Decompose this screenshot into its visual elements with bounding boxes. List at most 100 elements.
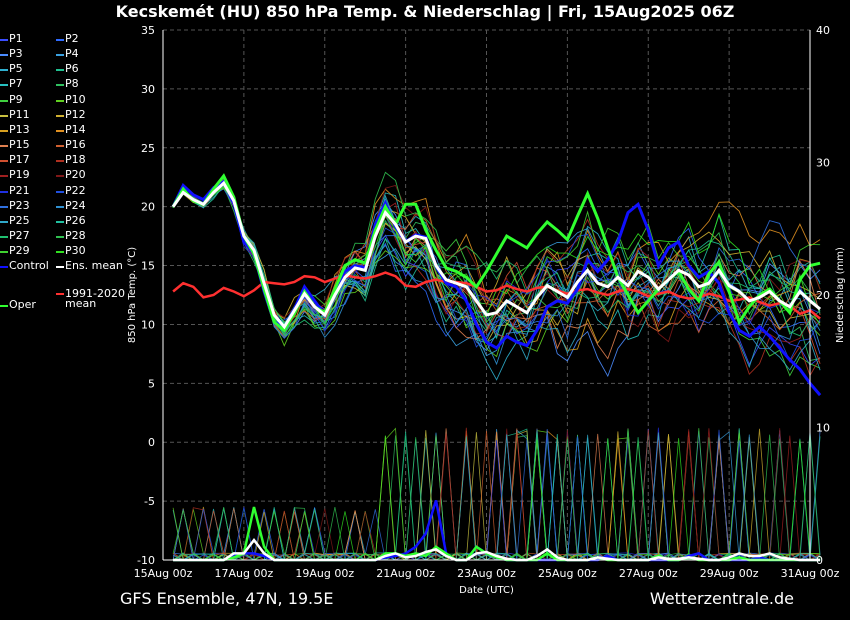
legend-label: P22 [65,183,86,197]
legend-swatch [0,205,8,208]
legend-label: P29 [9,244,30,258]
y-tick-label: 30 [141,83,155,96]
x-tick-label: 31Aug 00z [781,567,840,580]
legend-swatch [56,251,64,254]
y2-tick-label: 0 [816,554,823,567]
legend-swatch [56,160,64,163]
x-tick-label: 25Aug 00z [538,567,597,580]
legend-swatch [56,175,64,178]
legend-label: P11 [9,107,30,121]
legend-swatch [56,129,64,132]
legend-label: P3 [9,47,23,61]
legend-label: P25 [9,213,30,227]
legend-swatch [0,190,8,193]
legend-swatch [0,266,8,268]
legend-label: P16 [65,138,86,152]
source-label: GFS Ensemble, 47N, 19.5E [120,589,334,608]
legend-label: P26 [65,213,86,227]
legend-label: P27 [9,228,30,242]
legend-label: P24 [65,198,86,212]
legend-swatch [0,220,8,223]
legend-label: P19 [9,168,30,182]
legend-swatch [0,39,8,41]
legend-label: P7 [9,77,23,91]
legend-label: P17 [9,153,30,167]
legend-label: P2 [65,32,79,45]
precipitation [172,427,821,561]
y2-tick-label: 10 [816,422,830,435]
legend-swatch [0,69,8,72]
y2-axis-label: Niederschlag (mm) [835,247,846,343]
legend-label: P20 [65,168,86,182]
legend-label: P10 [65,92,86,106]
legend-label: P21 [9,183,30,197]
chart: -10 -5 0 5 10 15 20 25 30 35 0 10 20 30 40 15Aug 00z 17A… [127,24,846,596]
y2-tick-label: 40 [816,24,830,37]
legend-swatch [0,160,8,163]
y-tick-label: 10 [141,318,155,331]
legend-swatch [56,266,64,268]
legend-label: P9 [9,92,23,106]
legend-swatch [56,69,64,72]
member-precip-p12 [172,428,821,561]
legend-swatch [0,251,8,254]
legend-label: P13 [9,122,30,136]
y-tick-label: 5 [148,377,155,390]
legend-swatch [56,220,64,223]
x-tick-label: 27Aug 00z [619,567,678,580]
legend-label: P4 [65,47,79,61]
legend-swatch [0,305,8,307]
x-tick-label: 15Aug 00z [134,567,193,580]
site-label: Wetterzentrale.de [649,589,794,608]
legend-label: Oper [9,298,36,311]
y2-tick-label: 20 [816,289,830,302]
legend-swatch [56,190,64,193]
legend-swatch [0,54,8,57]
member-line-p7 [172,183,821,344]
y-tick-label: 25 [141,142,155,155]
legend-swatch [0,235,8,238]
legend-label: Ens. mean [65,259,123,272]
legend-swatch [56,54,64,57]
legend-swatch [0,99,8,102]
x-axis-label: Date (UTC) [459,585,514,596]
x-tick-label: 23Aug 00z [457,567,516,580]
legend-label: 1991-2020 mean [65,287,125,310]
x-tick-label: 29Aug 00z [700,567,759,580]
y-tick-label: 15 [141,260,155,273]
legend-swatch [56,293,64,295]
main-series [171,173,822,562]
legend-swatch [56,84,64,87]
chart-title: Kecskemét (HU) 850 hPa Temp. & Niedersch… [115,2,735,21]
y-tick-label: 35 [141,24,155,37]
legend-swatch [56,114,64,117]
legend-label: Control [9,259,49,272]
y-axis-label: 850 hPa Temp. (°C) [127,247,138,343]
legend-label: P5 [9,62,23,76]
legend-label: P18 [65,153,86,167]
x-tick-label: 17Aug 00z [215,567,274,580]
y-tick-label: 0 [148,436,155,449]
legend-label: P15 [9,138,30,152]
legend-label: P30 [65,244,86,258]
y-tick-label: 20 [141,201,155,214]
legend-swatch [0,175,8,178]
legend-swatch [0,114,8,117]
x-tick-label: 21Aug 00z [376,567,435,580]
legend-swatch [56,235,64,238]
legend-label: P28 [65,228,86,242]
y-tick-label: -10 [137,554,155,567]
legend-swatch [56,99,64,102]
legend-label: P1 [9,32,23,45]
legend-label: P14 [65,122,86,136]
legend-swatch [56,205,64,208]
legend-label: P6 [65,62,79,76]
legend-swatch [0,129,8,132]
legend-swatch [0,145,8,148]
legend-label: P23 [9,198,30,212]
legend-swatch [56,145,64,148]
legend-label: P12 [65,107,86,121]
legend-label: P8 [65,77,79,91]
x-tick-label: 19Aug 00z [295,567,354,580]
y2-tick-label: 30 [816,157,830,170]
